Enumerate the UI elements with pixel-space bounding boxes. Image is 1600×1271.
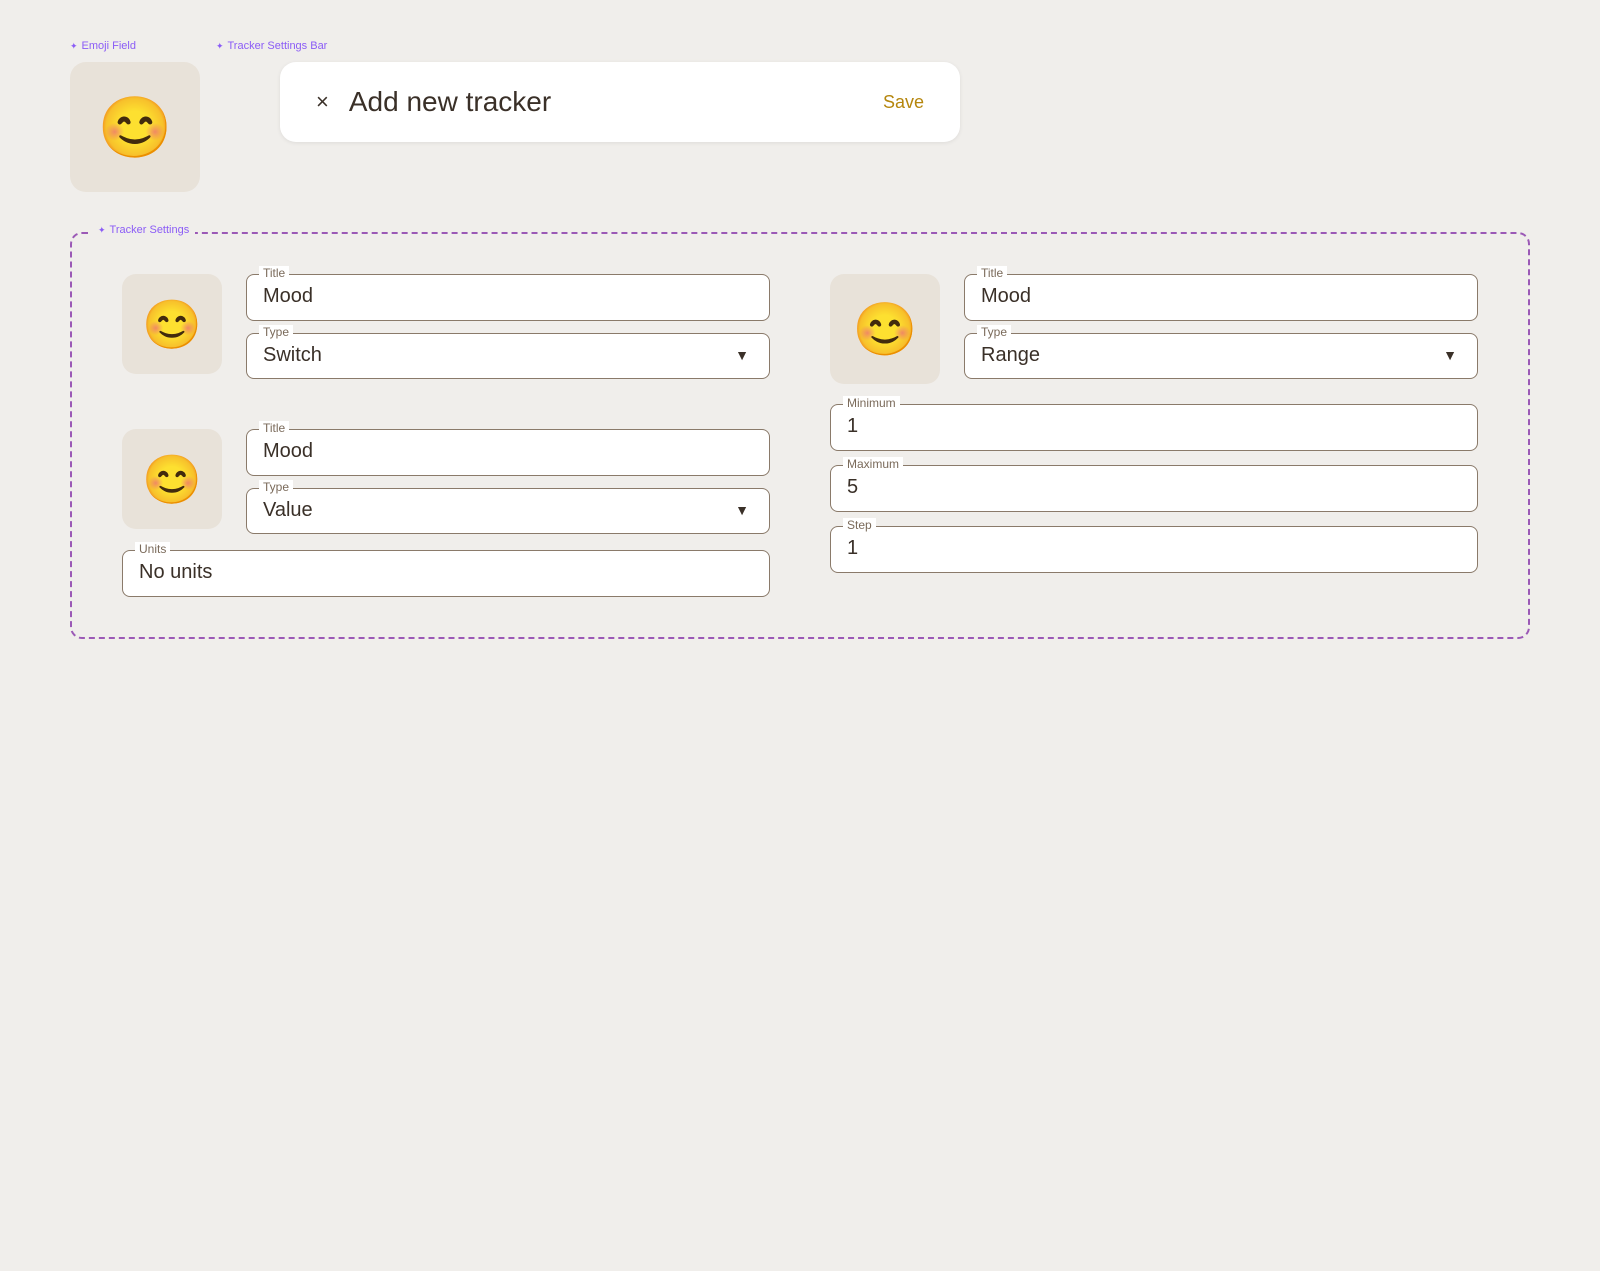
emoji-card-range[interactable]: 😊 — [830, 274, 940, 384]
tracker-settings-annotation: Tracker Settings — [92, 224, 195, 236]
minimum-input[interactable] — [847, 415, 1461, 438]
minimum-field: Minimum — [830, 404, 1478, 451]
range-type-field: Type Switch Value Range ▼ — [964, 333, 1478, 379]
right-column: 😊 Title Type Switch Value — [830, 274, 1478, 597]
tracker-item-switch: 😊 Title Type Switch Value — [122, 274, 770, 379]
page-title: Add new tracker — [349, 86, 551, 118]
value-title-field: Title — [246, 429, 770, 476]
tracker-bar-section: × Add new tracker Save — [280, 62, 1560, 142]
step-label: Step — [843, 518, 876, 532]
save-button[interactable]: Save — [883, 92, 924, 113]
emoji-card-switch[interactable]: 😊 — [122, 274, 222, 374]
switch-title-input[interactable] — [263, 285, 753, 308]
tracker-item-range: 😊 Title Type Switch Value — [830, 274, 1478, 384]
units-label: Units — [135, 542, 170, 556]
switch-title-field: Title — [246, 274, 770, 321]
switch-title-label: Title — [259, 266, 289, 280]
units-field: Units — [122, 550, 770, 597]
range-title-label: Title — [977, 266, 1007, 280]
maximum-field: Maximum — [830, 465, 1478, 512]
range-numeric-fields: Minimum Maximum Step — [830, 404, 1478, 573]
maximum-label: Maximum — [843, 457, 903, 471]
value-fields: Title Type Switch Value Range — [246, 429, 770, 534]
range-type-select[interactable]: Switch Value Range — [981, 344, 1461, 366]
switch-type-field: Type Switch Value Range ▼ — [246, 333, 770, 379]
minimum-label: Minimum — [843, 396, 900, 410]
units-input[interactable] — [139, 561, 753, 584]
range-top-fields: Title Type Switch Value Range — [964, 274, 1478, 379]
tracker-settings-bar-annotation: Tracker Settings Bar — [216, 40, 327, 52]
value-type-label: Type — [259, 480, 293, 494]
tracker-item-value: 😊 Title Type Switch — [122, 429, 770, 534]
emoji-field-section: 😊 — [70, 62, 200, 192]
switch-type-select[interactable]: Switch Value Range — [263, 344, 753, 366]
step-field: Step — [830, 526, 1478, 573]
value-type-select[interactable]: Switch Value Range — [263, 499, 753, 521]
value-type-field: Type Switch Value Range ▼ — [246, 488, 770, 534]
range-type-label: Type — [977, 325, 1011, 339]
emoji-card-value[interactable]: 😊 — [122, 429, 222, 529]
maximum-input[interactable] — [847, 476, 1461, 499]
emoji-card-top[interactable]: 😊 — [70, 62, 200, 192]
step-input[interactable] — [847, 537, 1461, 560]
emoji-field-annotation: Emoji Field — [70, 40, 136, 52]
range-title-field: Title — [964, 274, 1478, 321]
tracker-settings-bar: × Add new tracker Save — [280, 62, 960, 142]
left-column: 😊 Title Type Switch Value — [122, 274, 770, 597]
range-title-input[interactable] — [981, 285, 1461, 308]
tracker-settings-panel: Tracker Settings 😊 Title Typ — [70, 232, 1530, 639]
value-title-label: Title — [259, 421, 289, 435]
tracker-item-value-wrapper: 😊 Title Type Switch — [122, 429, 770, 597]
switch-fields: Title Type Switch Value Range — [246, 274, 770, 379]
value-title-input[interactable] — [263, 440, 753, 463]
close-icon[interactable]: × — [316, 89, 329, 115]
switch-type-label: Type — [259, 325, 293, 339]
